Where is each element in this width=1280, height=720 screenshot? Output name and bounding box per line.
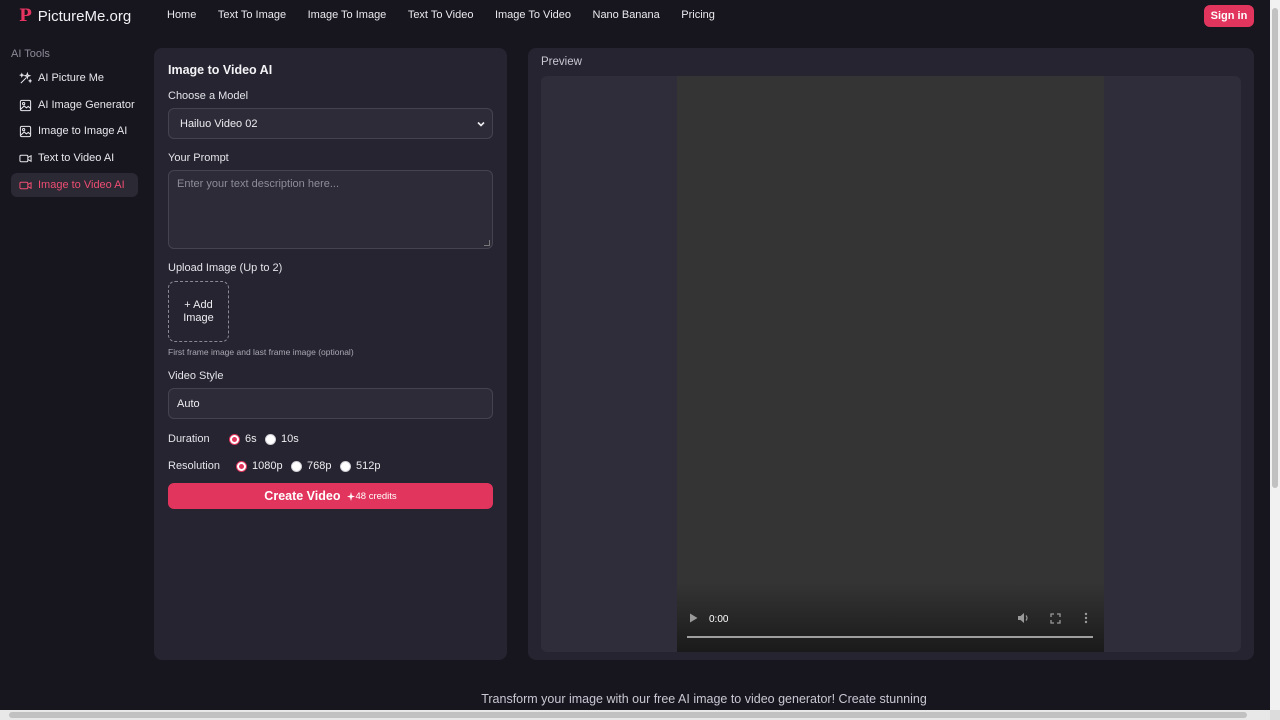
horizontal-scrollbar-thumb[interactable] (9, 712, 1247, 718)
sidebar-item-label: Image to Image AI (38, 125, 128, 137)
nav-text-to-video[interactable]: Text To Video (408, 9, 474, 21)
duration-option-10s[interactable]: 10s (265, 433, 299, 445)
volume-icon[interactable] (1017, 612, 1030, 624)
nav-image-to-image[interactable]: Image To Image (308, 9, 387, 21)
video-icon (19, 181, 32, 189)
radio-icon[interactable] (291, 460, 302, 472)
nav-pricing[interactable]: Pricing (681, 9, 715, 21)
prompt-textarea[interactable]: Enter your text description here... (168, 170, 493, 249)
upload-hint: First frame image and last frame image (… (168, 347, 354, 357)
more-options-icon[interactable] (1084, 612, 1088, 624)
duration-option-label: 10s (281, 433, 299, 445)
page-tagline: Transform your image with our free AI im… (481, 692, 927, 706)
prompt-label: Your Prompt (168, 152, 229, 164)
sidebar-item-label: AI Image Generator (38, 99, 135, 111)
radio-icon[interactable] (340, 460, 351, 472)
sidebar-item-ai-image-generator[interactable]: AI Image Generator (11, 93, 138, 117)
generator-form-panel: Image to Video AI Choose a Model Hailuo … (154, 48, 507, 660)
main-nav: Home Text To Image Image To Image Text T… (167, 9, 715, 21)
model-select[interactable]: Hailuo Video 02 (168, 108, 493, 139)
image-icon (19, 99, 32, 111)
horizontal-scrollbar[interactable] (0, 710, 1270, 720)
sidebar-heading: AI Tools (11, 48, 50, 60)
add-image-label-line2: Image (183, 311, 214, 324)
radio-icon[interactable] (265, 433, 276, 445)
sidebar-item-text-to-video[interactable]: Text to Video AI (11, 146, 138, 170)
nav-nano-banana[interactable]: Nano Banana (593, 9, 660, 21)
resolution-option-1080p[interactable]: 1080p (236, 460, 283, 472)
model-label: Choose a Model (168, 90, 249, 102)
sidebar-item-image-to-image[interactable]: Image to Image AI (11, 119, 138, 143)
nav-text-to-image[interactable]: Text To Image (218, 9, 286, 21)
create-video-label: Create Video (264, 489, 341, 503)
duration-option-label: 6s (245, 433, 257, 445)
resolution-label: Resolution (168, 460, 220, 472)
logo-text: PictureMe.org (37, 7, 132, 25)
add-image-button[interactable]: + Add Image (168, 281, 229, 342)
sparkles-icon (19, 71, 32, 84)
model-select-value: Hailuo Video 02 (180, 117, 258, 130)
credits-badge: 48 credits (346, 490, 397, 502)
chevron-down-icon (477, 121, 485, 127)
create-video-button[interactable]: Create Video 48 credits (168, 483, 493, 509)
vertical-scrollbar[interactable] (1270, 0, 1280, 720)
resolution-option-768p[interactable]: 768p (291, 460, 331, 472)
duration-label: Duration (168, 433, 210, 445)
sidebar-item-label: Image to Video AI (38, 179, 125, 191)
radio-selected-icon[interactable] (236, 460, 247, 472)
play-icon[interactable] (689, 613, 698, 623)
panel-title: Image to Video AI (168, 63, 273, 77)
video-progress-track[interactable] (687, 636, 1093, 638)
nav-home[interactable]: Home (167, 9, 196, 21)
sign-in-button[interactable]: Sign in (1204, 5, 1254, 27)
resolution-option-label: 1080p (252, 460, 283, 472)
vertical-scrollbar-thumb[interactable] (1272, 8, 1278, 488)
resolution-option-label: 768p (307, 460, 332, 472)
video-style-field[interactable]: Auto (168, 388, 493, 419)
credits-text: 48 credits (355, 490, 397, 502)
sparkle-icon (346, 491, 355, 501)
video-style-label: Video Style (168, 370, 224, 382)
sidebar-item-ai-picture-me[interactable]: AI Picture Me (11, 66, 138, 90)
scrollbar-corner (1270, 710, 1280, 720)
sidebar-item-label: AI Picture Me (38, 72, 105, 84)
nav-image-to-video[interactable]: Image To Video (495, 9, 571, 21)
top-header: P PictureMe.org Home Text To Image Image… (0, 0, 1270, 32)
site-logo[interactable]: P PictureMe.org (19, 6, 131, 26)
video-style-value: Auto (177, 397, 200, 410)
sidebar-item-image-to-video[interactable]: Image to Video AI (11, 173, 138, 197)
preview-title: Preview (541, 56, 582, 68)
logo-mark: P (19, 6, 32, 26)
duration-option-6s[interactable]: 6s (229, 433, 257, 445)
video-time: 0:00 (709, 614, 729, 625)
add-image-label-line1: + Add (184, 298, 213, 311)
resolution-option-512p[interactable]: 512p (340, 460, 380, 472)
resize-handle[interactable] (484, 240, 490, 246)
resolution-option-label: 512p (356, 460, 381, 472)
preview-panel: Preview 0:00 (528, 48, 1254, 660)
upload-label: Upload Image (Up to 2) (168, 262, 283, 274)
video-player[interactable]: 0:00 (677, 76, 1104, 652)
prompt-placeholder: Enter your text description here... (177, 178, 340, 190)
fullscreen-icon[interactable] (1050, 613, 1061, 624)
video-icon (19, 154, 32, 162)
preview-area: 0:00 (541, 76, 1241, 652)
sidebar-item-label: Text to Video AI (38, 152, 115, 164)
image-icon (19, 125, 32, 137)
radio-selected-icon[interactable] (229, 433, 240, 445)
video-controls: 0:00 (677, 602, 1104, 652)
